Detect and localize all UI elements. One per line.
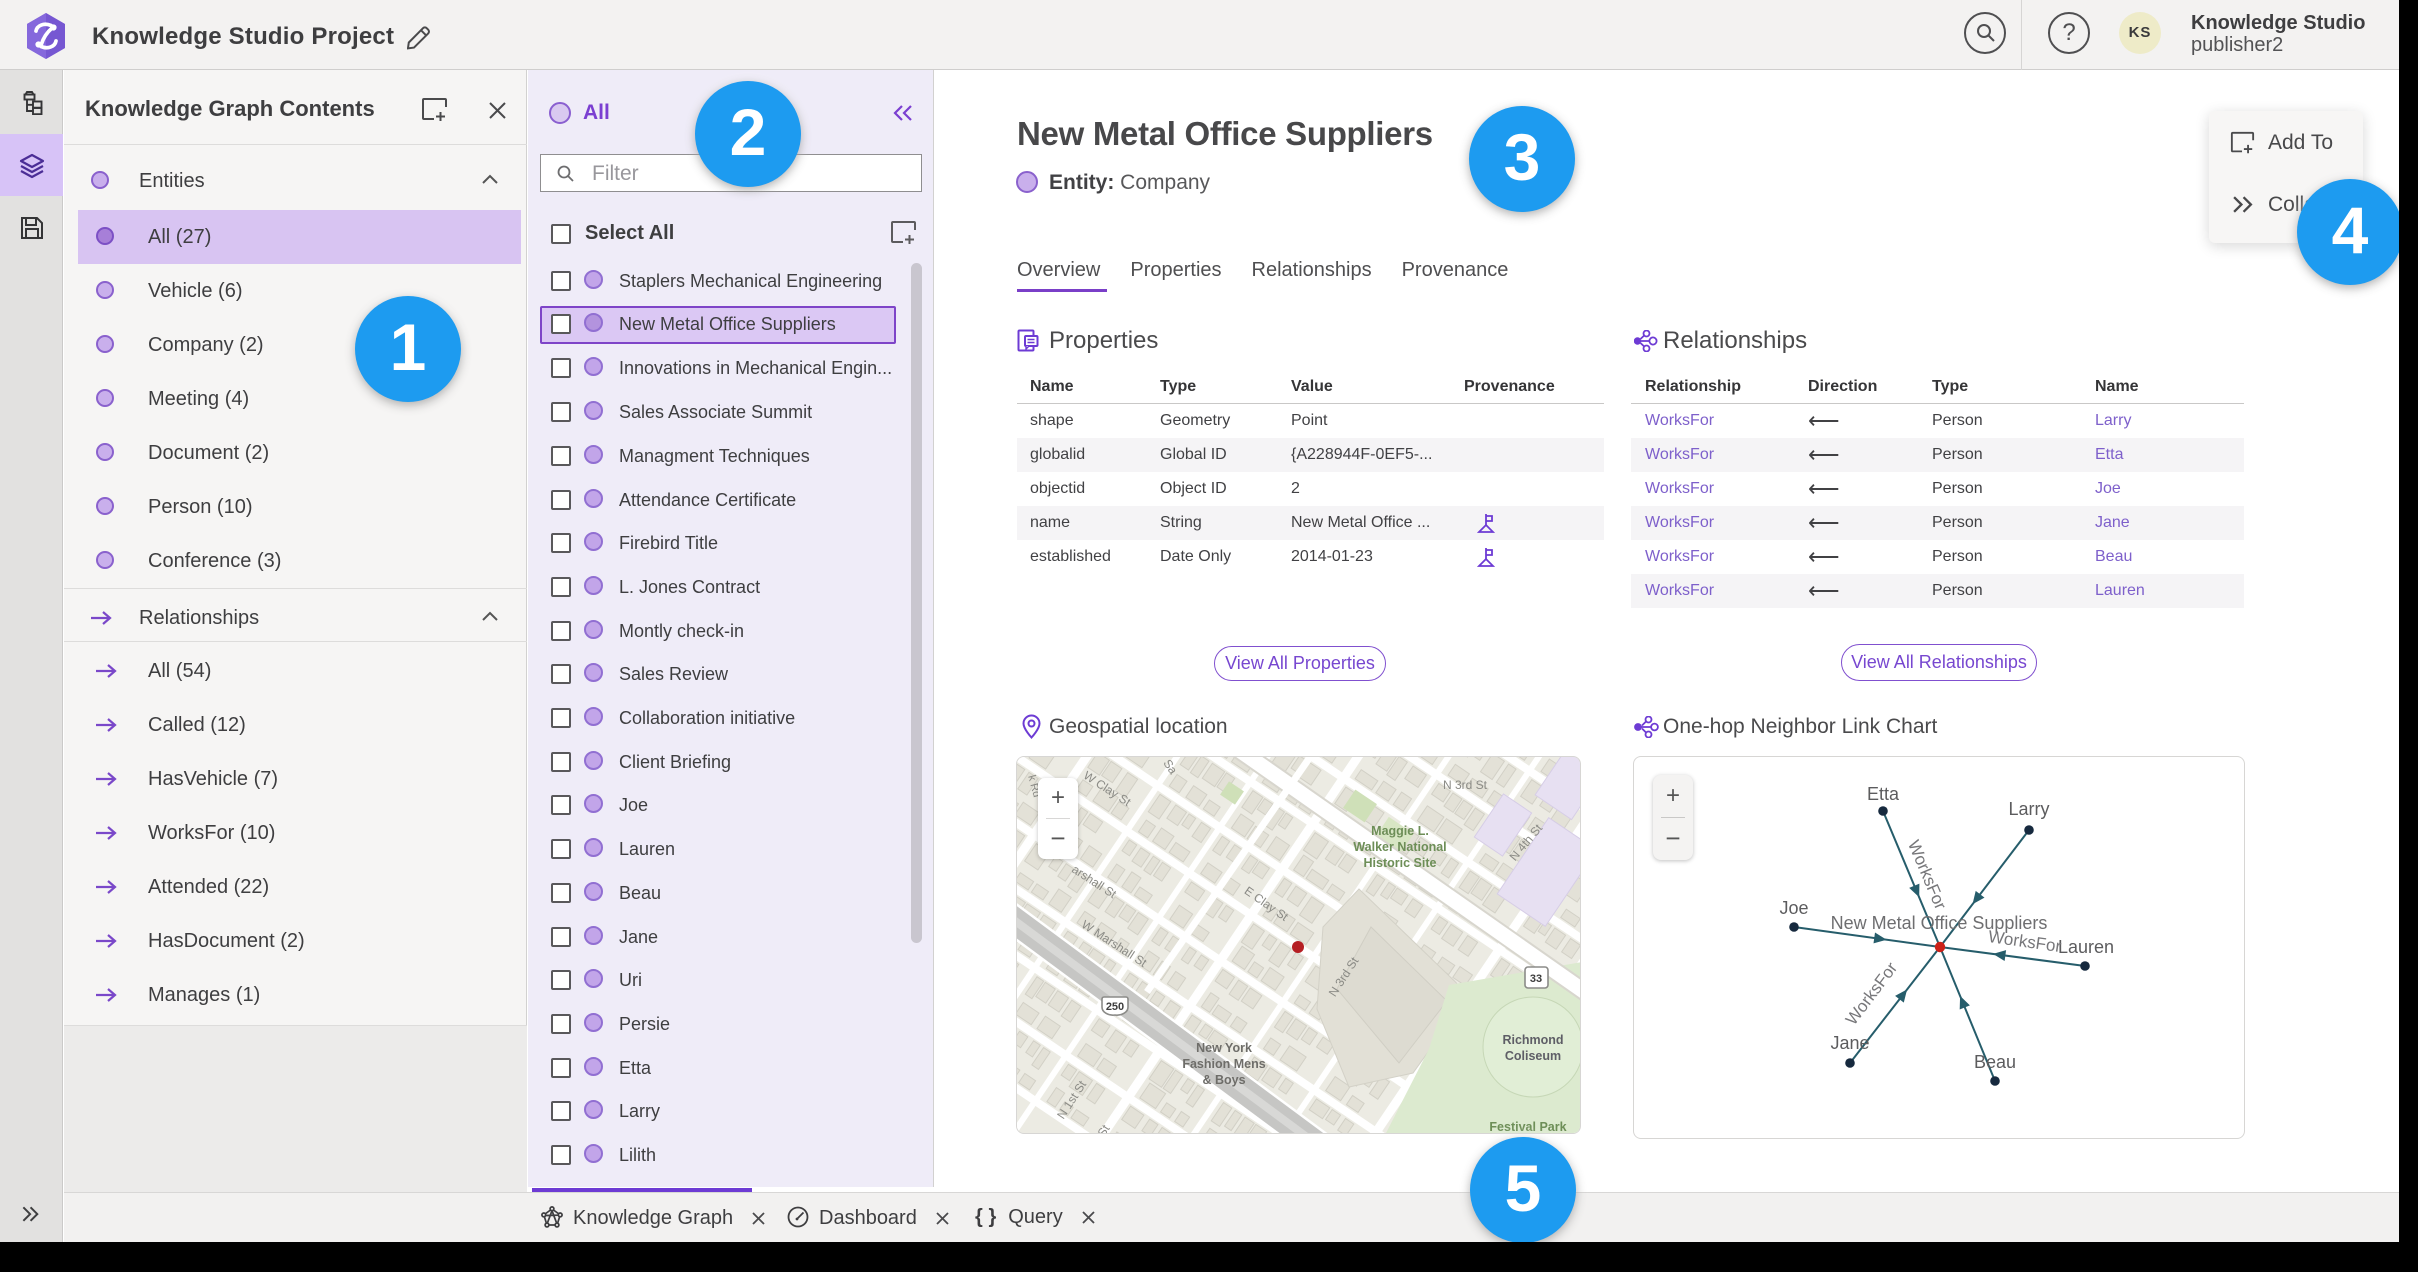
svg-text:New York: New York [1196, 1041, 1252, 1055]
svg-text:Festival Park: Festival Park [1489, 1120, 1566, 1134]
svg-text:Historic Site: Historic Site [1364, 856, 1437, 870]
svg-text:Larry: Larry [2008, 799, 2049, 819]
svg-text:Joe: Joe [1779, 898, 1808, 918]
svg-text:N 3rd St: N 3rd St [1443, 778, 1488, 792]
svg-text:WorksFor: WorksFor [1904, 837, 1950, 912]
svg-text:Fashion Mens: Fashion Mens [1182, 1057, 1265, 1071]
svg-text:Lauren: Lauren [2058, 937, 2114, 957]
svg-text:Etta: Etta [1867, 784, 1900, 804]
svg-text:Jane: Jane [1830, 1033, 1869, 1053]
svg-text:Beau: Beau [1974, 1052, 2016, 1072]
svg-text:& Boys: & Boys [1202, 1073, 1245, 1087]
svg-text:Richmond: Richmond [1502, 1033, 1563, 1047]
svg-text:Coliseum: Coliseum [1505, 1049, 1561, 1063]
svg-text:WorksFor: WorksFor [1987, 927, 2063, 956]
svg-text:WorksFor: WorksFor [1842, 958, 1902, 1028]
svg-text:Walker National: Walker National [1353, 840, 1446, 854]
svg-text:250: 250 [1106, 1001, 1124, 1013]
svg-text:33: 33 [1530, 973, 1542, 985]
svg-text:Maggie L.: Maggie L. [1371, 824, 1429, 838]
